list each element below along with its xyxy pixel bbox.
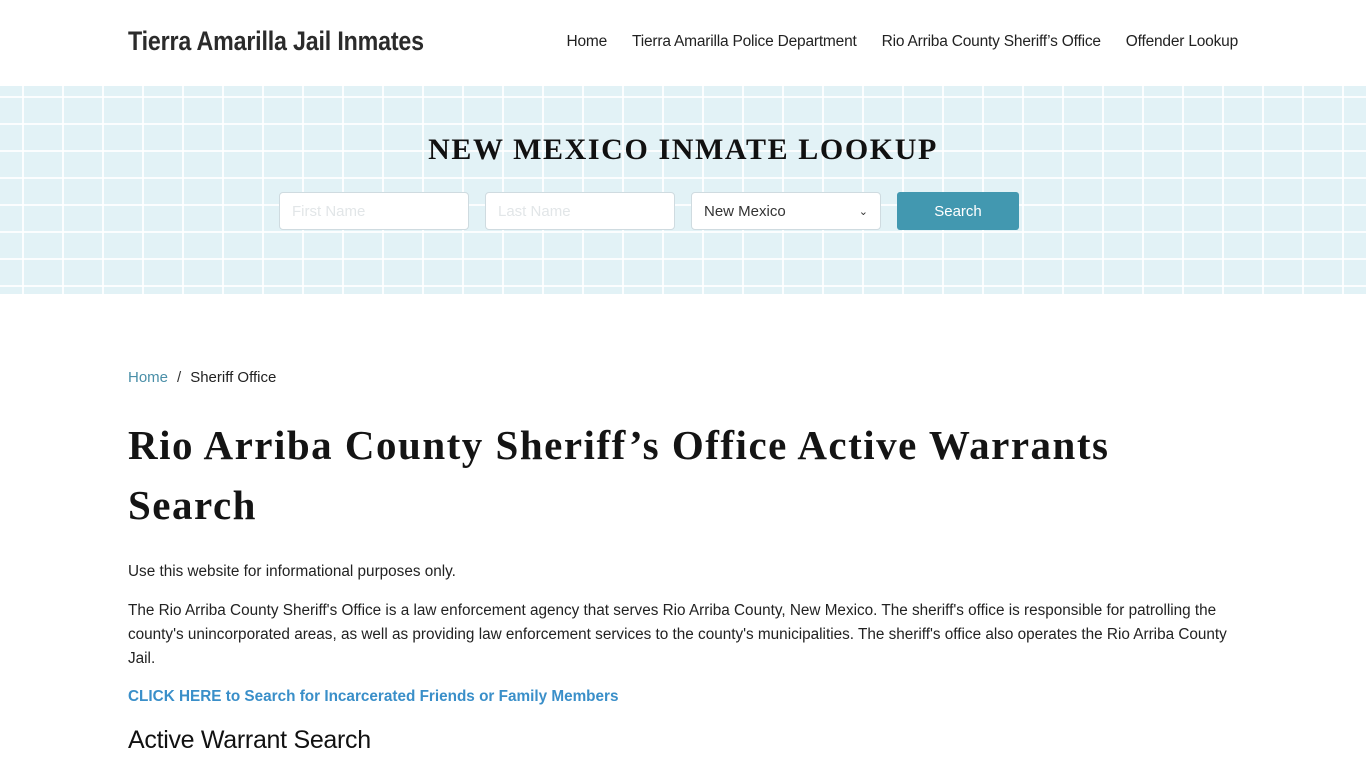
inmate-lookup-banner: NEW MEXICO INMATE LOOKUP New Mexico ⌄ Se… [0, 86, 1366, 294]
inmate-search-form: New Mexico ⌄ Search [279, 192, 1019, 230]
main-content: Use this website for informational purpo… [128, 560, 1238, 755]
breadcrumb-home[interactable]: Home [128, 369, 168, 386]
state-select-value: New Mexico [704, 202, 786, 220]
main-nav: Home Tierra Amarilla Police Department R… [567, 33, 1239, 51]
state-select[interactable]: New Mexico ⌄ [691, 192, 881, 230]
nav-sheriffs-office[interactable]: Rio Arriba County Sheriff’s Office [882, 33, 1101, 51]
site-title-link[interactable]: Tierra Amarilla Jail Inmates [128, 26, 424, 57]
active-warrant-search-heading: Active Warrant Search [128, 726, 371, 754]
nav-home[interactable]: Home [567, 33, 608, 51]
search-incarcerated-link[interactable]: CLICK HERE to Search for Incarcerated Fr… [128, 685, 1238, 709]
nav-offender-lookup[interactable]: Offender Lookup [1126, 33, 1238, 51]
search-button[interactable]: Search [897, 192, 1019, 230]
lookup-title: NEW MEXICO INMATE LOOKUP [428, 133, 938, 166]
chevron-down-icon: ⌄ [858, 205, 868, 218]
nav-police-department[interactable]: Tierra Amarilla Police Department [632, 33, 857, 51]
breadcrumb-separator: / [177, 369, 182, 386]
page-title: Rio Arriba County Sheriff’s Office Activ… [128, 422, 1110, 528]
disclaimer-text: Use this website for informational purpo… [128, 563, 456, 580]
first-name-input[interactable] [279, 192, 469, 230]
breadcrumb: Home / Sheriff Office [128, 369, 276, 386]
last-name-input[interactable] [485, 192, 675, 230]
breadcrumb-current: Sheriff Office [190, 369, 277, 386]
description-text: The Rio Arriba County Sheriff's Office i… [128, 602, 1227, 667]
site-header: Tierra Amarilla Jail Inmates Home Tierra… [0, 0, 1366, 86]
